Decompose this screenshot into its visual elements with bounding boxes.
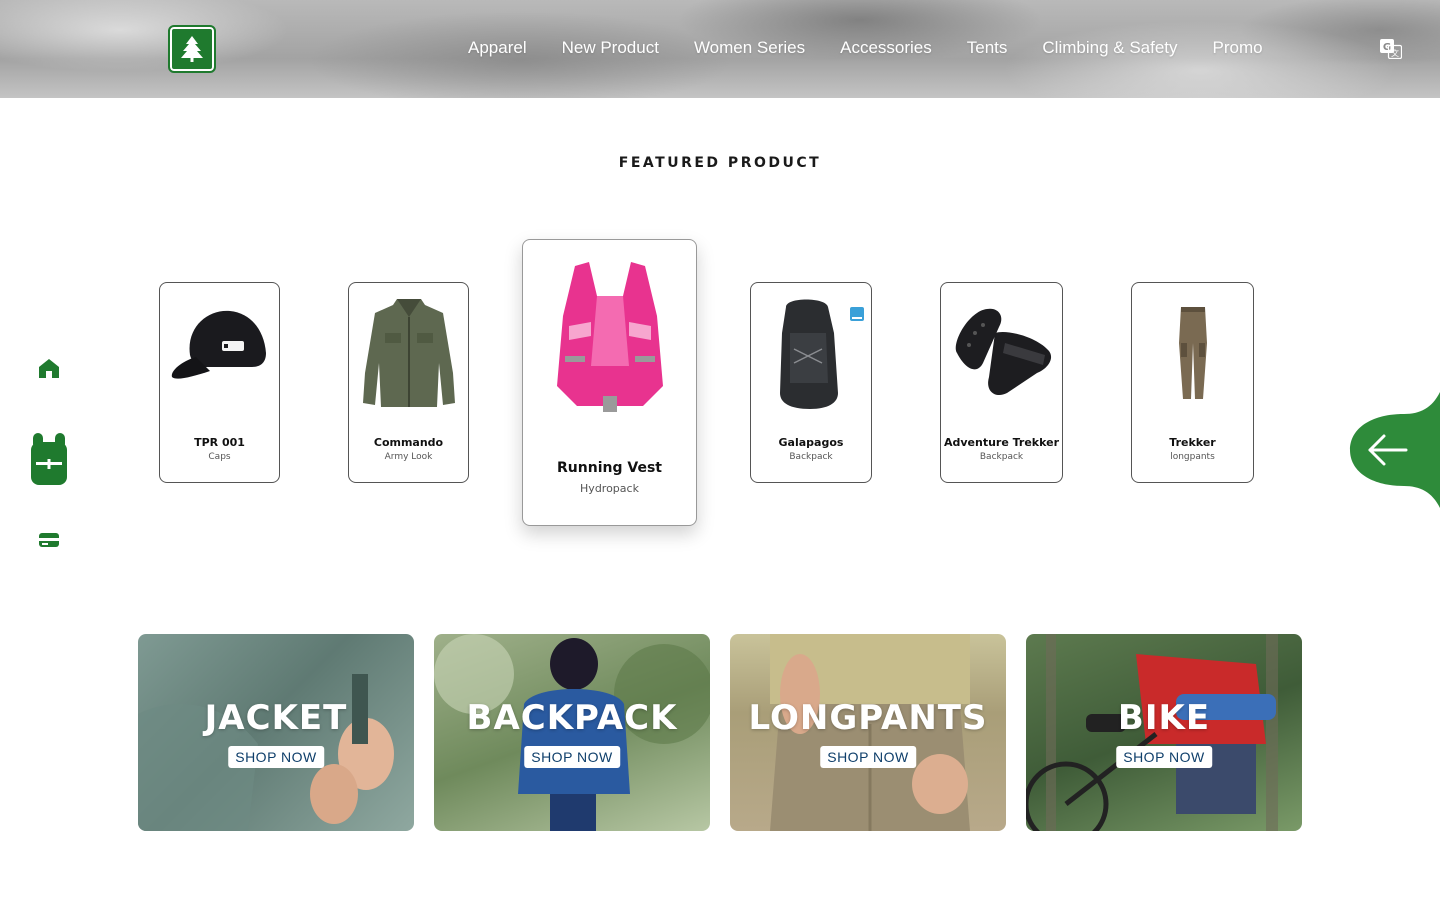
back-button[interactable] [1348, 392, 1440, 508]
shop-now-button[interactable]: SHOP NOW [524, 746, 620, 768]
home-icon [39, 359, 59, 378]
product-category: Backpack [789, 452, 833, 462]
nav-accessories[interactable]: Accessories [840, 38, 932, 58]
category-title: LONGPANTS [748, 698, 988, 738]
product-card[interactable]: Trekker longpants [1131, 282, 1254, 483]
product-category: Army Look [384, 452, 433, 462]
backpack-image [751, 293, 871, 413]
nav-tents[interactable]: Tents [967, 38, 1008, 58]
category-title: JACKET [204, 698, 348, 738]
product-card[interactable]: Adventure Trekker Backpack [940, 282, 1063, 483]
shop-now-button[interactable]: SHOP NOW [228, 746, 324, 768]
product-name: TPR 001 [194, 436, 245, 449]
category-banner-longpants[interactable]: LONGPANTS SHOP NOW [730, 634, 1006, 831]
side-backpack-button[interactable] [30, 432, 68, 486]
category-title: BACKPACK [466, 698, 678, 738]
vest-image [523, 256, 696, 420]
cap-image [160, 297, 279, 389]
svg-text:G: G [1383, 42, 1391, 53]
category-banner-jacket[interactable]: JACKET SHOP NOW [138, 634, 414, 831]
product-name: Trekker [1169, 436, 1216, 449]
side-card-button[interactable] [30, 532, 68, 548]
product-card[interactable]: Commando Army Look [348, 282, 469, 483]
product-name: Galapagos [778, 436, 844, 449]
nav-apparel[interactable]: Apparel [468, 38, 527, 58]
shop-now-button[interactable]: SHOP NOW [820, 746, 916, 768]
product-card-active[interactable]: Running Vest Hydropack [522, 239, 697, 526]
product-category: Backpack [979, 452, 1024, 462]
translate-icon[interactable]: G 文 [1380, 39, 1402, 59]
card-icon [39, 533, 59, 547]
nav-climbing-safety[interactable]: Climbing & Safety [1042, 38, 1177, 58]
nav-women-series[interactable]: Women Series [694, 38, 805, 58]
shop-now-button[interactable]: SHOP NOW [1116, 746, 1212, 768]
main-nav: Apparel New Product Women Series Accesso… [468, 38, 1298, 58]
svg-text:文: 文 [1391, 48, 1399, 58]
category-banner-backpack[interactable]: BACKPACK SHOP NOW [434, 634, 710, 831]
side-home-button[interactable] [30, 356, 68, 380]
logo[interactable] [168, 25, 216, 73]
category-title: BIKE [1117, 698, 1211, 738]
product-category: Caps [208, 452, 231, 462]
category-banner-bike[interactable]: BIKE SHOP NOW [1026, 634, 1302, 831]
product-card[interactable]: Galapagos Backpack [750, 282, 872, 483]
product-name: Commando [373, 436, 444, 449]
product-name: Adventure Trekker [943, 436, 1060, 449]
product-card[interactable]: TPR 001 Caps [159, 282, 280, 483]
site-header: Apparel New Product Women Series Accesso… [0, 0, 1440, 98]
section-title: FEATURED PRODUCT [618, 155, 822, 171]
nav-new-product[interactable]: New Product [562, 38, 659, 58]
nav-promo[interactable]: Promo [1213, 38, 1263, 58]
product-category: Hydropack [580, 482, 639, 495]
product-category: longpants [1170, 452, 1215, 462]
product-name: Running Vest [557, 460, 662, 476]
pine-tree-icon [181, 36, 203, 62]
backpack-icon [31, 433, 67, 485]
pants-image [1132, 303, 1253, 403]
sandal-image [941, 303, 1062, 399]
jacket-image [349, 293, 468, 413]
